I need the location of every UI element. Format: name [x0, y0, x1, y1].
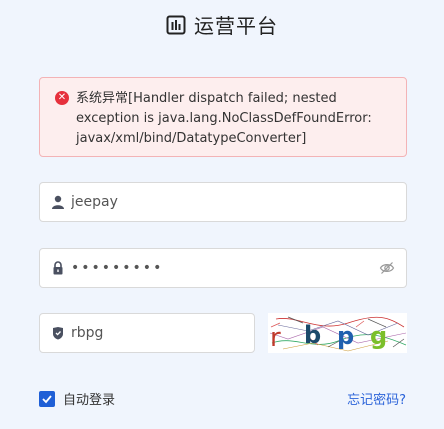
captcha-field[interactable] [39, 313, 255, 353]
username-input[interactable] [71, 183, 406, 221]
captcha-char: g [370, 322, 387, 350]
user-icon [52, 195, 64, 209]
captcha-image[interactable]: r b p g [268, 313, 407, 353]
shield-icon [53, 327, 63, 340]
alert-message: 系统异常[Handler dispatch failed; nested exc… [76, 91, 372, 146]
eye-hidden-icon[interactable] [379, 260, 395, 276]
captcha-char: r [270, 323, 281, 353]
remember-checkbox[interactable] [39, 390, 55, 407]
error-circle-icon: ✕ [55, 91, 69, 105]
captcha-char: b [304, 321, 321, 349]
lock-icon [53, 261, 63, 275]
page-title: 运营平台 [194, 14, 278, 38]
password-field[interactable] [39, 248, 407, 288]
password-input[interactable] [71, 249, 379, 287]
header: 运营平台 [0, 10, 444, 39]
captcha-input[interactable] [71, 314, 254, 352]
check-icon [42, 394, 52, 403]
forgot-password-link[interactable]: 忘记密码? [347, 389, 406, 408]
remember-me[interactable]: 自动登录 [39, 389, 115, 408]
remember-label: 自动登录 [63, 393, 116, 408]
error-alert: ✕ 系统异常[Handler dispatch failed; nested e… [39, 77, 407, 157]
bar-chart-icon [166, 15, 186, 34]
captcha-char: p [337, 322, 354, 350]
username-field[interactable] [39, 182, 407, 222]
